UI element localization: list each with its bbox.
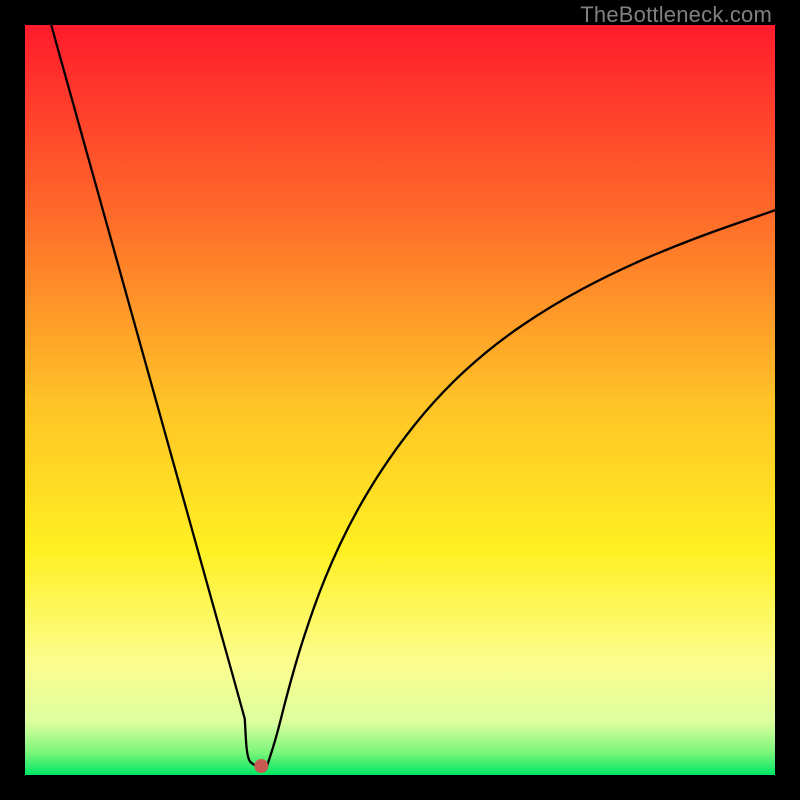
chart-frame	[25, 25, 775, 775]
bottleneck-chart	[25, 25, 775, 775]
gradient-background	[25, 25, 775, 775]
watermark-text: TheBottleneck.com	[580, 2, 772, 28]
optimum-marker	[254, 759, 268, 773]
